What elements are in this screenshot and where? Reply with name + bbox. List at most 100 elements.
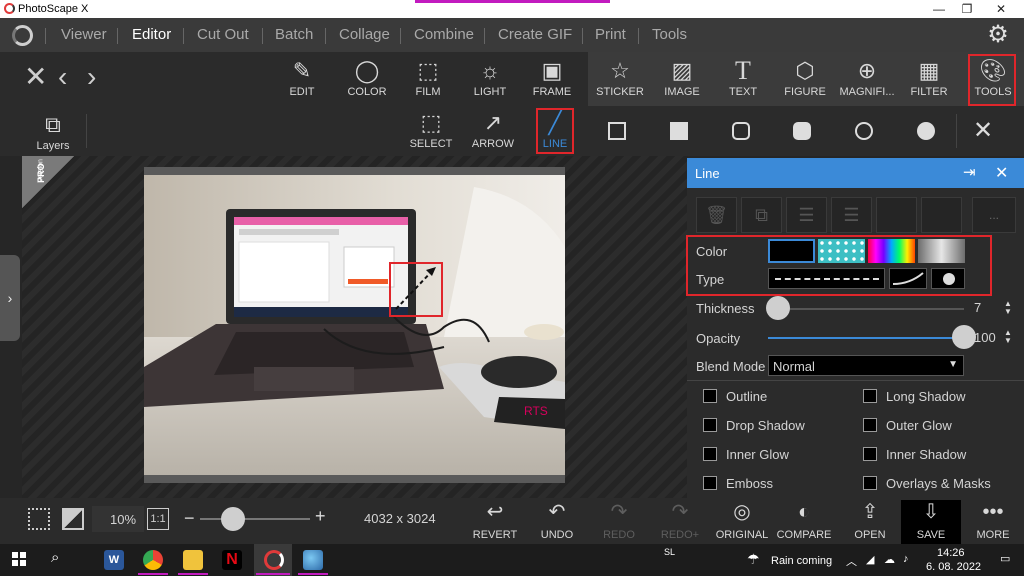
compare-button[interactable]: ◐ COMPARE bbox=[774, 500, 834, 541]
opacity-spinner-icon[interactable]: ▲ ▼ bbox=[1004, 329, 1012, 345]
background-toggle-icon[interactable] bbox=[62, 508, 84, 530]
thickness-slider-knob[interactable] bbox=[765, 296, 790, 320]
previous-image-icon[interactable]: ‹ bbox=[58, 62, 67, 92]
photoscape-logo-icon[interactable] bbox=[12, 25, 33, 46]
close-panel-icon[interactable]: ✕ bbox=[995, 163, 1008, 183]
inner-shadow-checkbox[interactable] bbox=[863, 447, 877, 461]
overlays-masks-checkbox[interactable] bbox=[863, 476, 877, 490]
panel-empty-button[interactable] bbox=[921, 197, 962, 233]
next-image-icon[interactable]: › bbox=[87, 62, 96, 92]
drop-shadow-checkbox[interactable] bbox=[703, 418, 717, 432]
inner-glow-checkbox[interactable] bbox=[703, 447, 717, 461]
zoom-out-icon[interactable]: − bbox=[184, 508, 195, 529]
undo-button[interactable]: ↶ UNDO bbox=[527, 500, 587, 541]
subtool-select[interactable]: ⬚ SELECT bbox=[400, 108, 462, 156]
netflix-icon[interactable]: N bbox=[222, 550, 242, 570]
photoscape-taskbar-icon[interactable] bbox=[264, 550, 284, 570]
rect-outline-icon[interactable] bbox=[608, 122, 626, 140]
selection-marquee-icon[interactable] bbox=[28, 508, 50, 530]
search-icon[interactable]: ⌕ bbox=[51, 549, 59, 566]
revert-button[interactable]: ↩ REVERT bbox=[465, 500, 525, 541]
close-shapes-icon[interactable]: ✕ bbox=[973, 116, 993, 145]
redo-plus-button[interactable]: ↷ REDO+ bbox=[650, 500, 710, 541]
long-shadow-checkbox[interactable] bbox=[863, 389, 877, 403]
network-icon[interactable]: ◢ bbox=[866, 553, 874, 566]
actual-size-button[interactable]: 1:1 bbox=[147, 508, 169, 530]
thickness-slider-track[interactable] bbox=[768, 308, 964, 310]
notifications-icon[interactable]: ▭ bbox=[1000, 552, 1010, 565]
tool-color[interactable]: ◯ COLOR bbox=[336, 56, 398, 104]
onedrive-icon[interactable]: ☁ bbox=[884, 553, 895, 566]
tool-film[interactable]: ⬚ FILM bbox=[397, 56, 459, 104]
rounded-rect-filled-icon[interactable] bbox=[793, 122, 811, 140]
word-icon[interactable]: W bbox=[104, 550, 124, 570]
delete-icon[interactable]: 🗑︎ bbox=[696, 197, 737, 233]
menu-tools[interactable]: Tools bbox=[652, 26, 687, 43]
zoom-in-icon[interactable]: + bbox=[315, 506, 326, 527]
open-button[interactable]: ⇪ OPEN bbox=[840, 500, 900, 541]
panel-empty-button[interactable] bbox=[876, 197, 917, 233]
save-button[interactable]: ⇩ SAVE bbox=[901, 500, 961, 544]
settings-gear-icon[interactable]: ⚙ bbox=[985, 22, 1011, 48]
zoom-slider-knob[interactable] bbox=[221, 507, 245, 531]
layers-button[interactable]: ⧉ Layers bbox=[22, 110, 84, 158]
outer-glow-checkbox[interactable] bbox=[863, 418, 877, 432]
photo-laptop-desk[interactable]: RTS bbox=[144, 167, 565, 483]
clock-time[interactable]: 14:26 bbox=[937, 547, 965, 559]
blend-mode-select[interactable]: Normal ▼ bbox=[768, 355, 964, 376]
menu-batch[interactable]: Batch bbox=[275, 26, 313, 43]
tool-image[interactable]: ▨ IMAGE bbox=[651, 56, 713, 104]
tool-frame[interactable]: ▣ FRAME bbox=[521, 56, 583, 104]
chrome-icon[interactable] bbox=[143, 550, 163, 570]
language-indicator[interactable]: SL bbox=[664, 547, 675, 557]
clock-date[interactable]: 6. 08. 2022 bbox=[926, 561, 981, 573]
windows-start-icon[interactable] bbox=[12, 552, 26, 566]
original-button[interactable]: ◎ ORIGINAL bbox=[712, 500, 772, 541]
circle-outline-icon[interactable] bbox=[855, 122, 873, 140]
send-backward-icon[interactable]: ☰ bbox=[831, 197, 872, 233]
menu-editor[interactable]: Editor bbox=[132, 26, 171, 43]
thickness-spinner-icon[interactable]: ▲ ▼ bbox=[1004, 300, 1012, 316]
tool-sticker[interactable]: ☆ STICKER bbox=[589, 56, 651, 104]
menu-collage[interactable]: Collage bbox=[339, 26, 390, 43]
file-explorer-icon[interactable] bbox=[183, 550, 203, 570]
outline-checkbox[interactable] bbox=[703, 389, 717, 403]
rect-filled-icon[interactable] bbox=[670, 122, 688, 140]
tool-edit[interactable]: ✎ EDIT bbox=[271, 56, 333, 104]
more-dots-icon: ••• bbox=[982, 501, 1004, 523]
menu-combine[interactable]: Combine bbox=[414, 26, 474, 43]
tool-light[interactable]: ☼ LIGHT bbox=[459, 56, 521, 104]
zoom-slider-track[interactable] bbox=[200, 518, 310, 520]
close-window-button[interactable]: ✕ bbox=[978, 0, 1024, 18]
pin-icon[interactable]: ⇥ bbox=[963, 163, 976, 181]
expand-sidebar-chevron-icon[interactable]: › bbox=[0, 255, 20, 341]
bring-forward-icon[interactable]: ☰ bbox=[786, 197, 827, 233]
paint-icon[interactable] bbox=[303, 550, 323, 570]
menu-create-gif[interactable]: Create GIF bbox=[498, 26, 572, 43]
paint-active-indicator bbox=[298, 573, 328, 575]
subtool-arrow[interactable]: ↗ ARROW bbox=[462, 108, 524, 156]
opacity-slider-track[interactable] bbox=[768, 337, 964, 339]
close-editor-icon[interactable]: ✕ bbox=[24, 62, 47, 92]
duplicate-icon[interactable]: ⧉ bbox=[741, 197, 782, 233]
tray-chevron-icon[interactable]: ︿ bbox=[846, 553, 857, 569]
circle-filled-icon[interactable] bbox=[917, 122, 935, 140]
panel-more-button[interactable]: ... bbox=[972, 197, 1016, 233]
opacity-slider-knob[interactable] bbox=[952, 325, 976, 349]
menu-viewer[interactable]: Viewer bbox=[61, 26, 107, 43]
tools-highlight-box bbox=[968, 54, 1016, 106]
rounded-rect-outline-icon[interactable] bbox=[732, 122, 750, 140]
tool-magnifier[interactable]: ⊕ MAGNIFI... bbox=[836, 56, 898, 104]
opacity-label: Opacity bbox=[696, 331, 741, 346]
more-button[interactable]: ••• MORE bbox=[963, 500, 1023, 541]
weather-text[interactable]: Rain coming bbox=[771, 555, 832, 567]
tool-figure[interactable]: ⬡ FIGURE bbox=[774, 56, 836, 104]
tool-filter[interactable]: ▦ FILTER bbox=[898, 56, 960, 104]
tool-text[interactable]: T TEXT bbox=[712, 56, 774, 104]
menu-cut-out[interactable]: Cut Out bbox=[197, 26, 249, 43]
emboss-checkbox[interactable] bbox=[703, 476, 717, 490]
menu-print[interactable]: Print bbox=[595, 26, 626, 43]
volume-icon[interactable]: ♪ bbox=[903, 553, 909, 565]
redo-button[interactable]: ↷ REDO bbox=[589, 500, 649, 541]
edit-icon: ✎ bbox=[292, 58, 312, 83]
